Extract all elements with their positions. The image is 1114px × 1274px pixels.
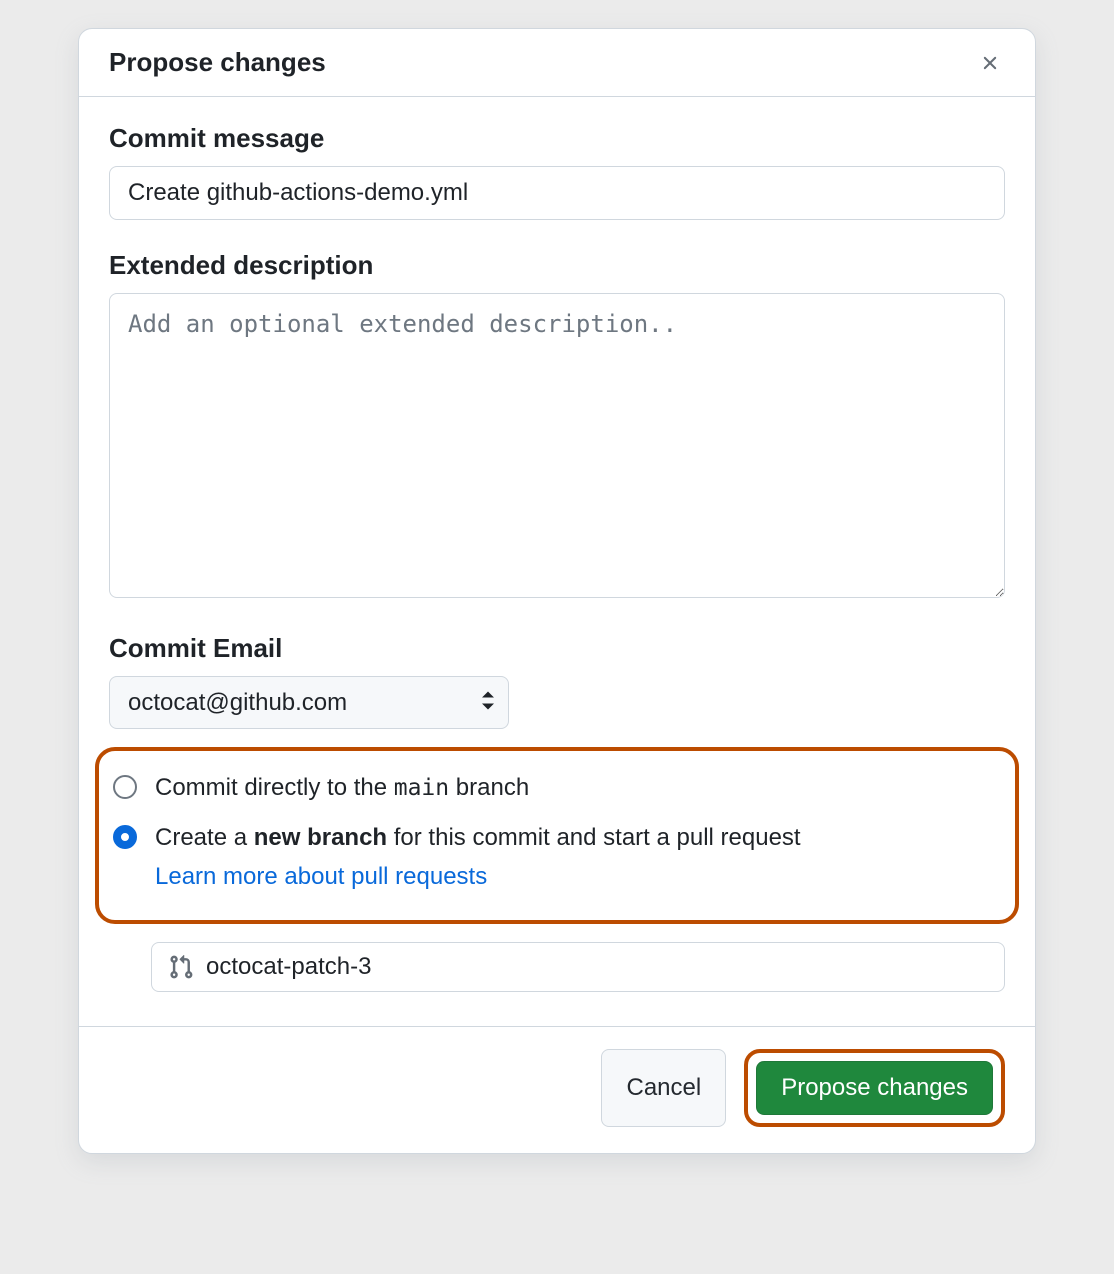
commit-direct-label: Commit directly to the main branch xyxy=(155,771,529,805)
commit-direct-prefix: Commit directly to the xyxy=(155,774,394,801)
extended-description-group: Extended description xyxy=(109,250,1005,603)
commit-direct-option[interactable]: Commit directly to the main branch xyxy=(109,763,1005,813)
git-pull-request-icon xyxy=(168,954,194,980)
close-icon xyxy=(979,52,1001,74)
cancel-button[interactable]: Cancel xyxy=(601,1049,726,1127)
propose-changes-highlight: Propose changes xyxy=(744,1049,1005,1127)
branch-name-field xyxy=(151,942,1005,992)
commit-email-label: Commit Email xyxy=(109,633,1005,664)
close-button[interactable] xyxy=(975,48,1005,78)
propose-changes-dialog: Propose changes Commit message Extended … xyxy=(78,28,1036,1154)
commit-message-input[interactable] xyxy=(109,166,1005,220)
commit-direct-branch: main xyxy=(394,775,449,801)
commit-message-label: Commit message xyxy=(109,123,1005,154)
create-branch-label: Create a new branch for this commit and … xyxy=(155,821,801,894)
extended-description-label: Extended description xyxy=(109,250,1005,281)
dialog-title: Propose changes xyxy=(109,47,326,78)
propose-changes-button[interactable]: Propose changes xyxy=(756,1061,993,1115)
branch-choice-highlight: Commit directly to the main branch Creat… xyxy=(95,747,1019,924)
learn-more-link[interactable]: Learn more about pull requests xyxy=(155,860,801,894)
dialog-body: Commit message Extended description Comm… xyxy=(79,97,1035,1026)
radio-checked-icon[interactable] xyxy=(113,825,137,849)
create-branch-bold: new branch xyxy=(254,824,387,851)
create-branch-prefix: Create a xyxy=(155,824,254,851)
commit-email-group: Commit Email octocat@github.com xyxy=(109,633,1005,729)
create-branch-option[interactable]: Create a new branch for this commit and … xyxy=(109,813,1005,902)
radio-unchecked-icon[interactable] xyxy=(113,775,137,799)
dialog-footer: Cancel Propose changes xyxy=(79,1026,1035,1153)
create-branch-suffix: for this commit and start a pull request xyxy=(387,824,801,851)
commit-email-select[interactable]: octocat@github.com xyxy=(109,676,509,729)
extended-description-textarea[interactable] xyxy=(109,293,1005,598)
commit-message-group: Commit message xyxy=(109,123,1005,220)
dialog-header: Propose changes xyxy=(79,29,1035,97)
commit-direct-suffix: branch xyxy=(449,774,529,801)
commit-email-select-wrap: octocat@github.com xyxy=(109,676,509,729)
branch-name-input[interactable] xyxy=(206,953,988,981)
